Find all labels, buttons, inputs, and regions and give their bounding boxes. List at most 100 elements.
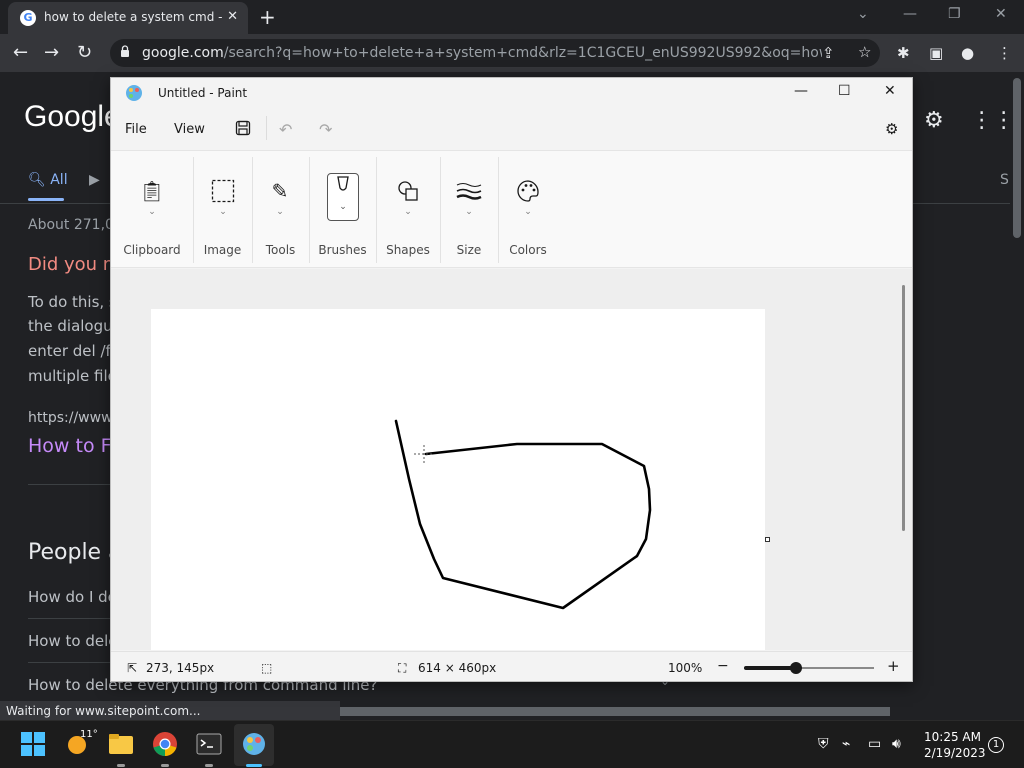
scrollbar-thumb[interactable] [1013, 78, 1021, 238]
bookmark-star-icon[interactable]: ☆ [858, 43, 871, 61]
maximize-icon[interactable]: ☐ [838, 83, 851, 99]
apps-grid-icon[interactable]: ⋮⋮ [971, 108, 1015, 133]
windows-taskbar: 11° ⛨ ⌁ ▭ 🔊︎ 10:25 AM 2/19/2023 1 [0, 720, 1024, 768]
ribbon-group-tools[interactable]: ✎ ⌄ Tools [252, 151, 309, 269]
undo-icon[interactable]: ↶ [279, 120, 292, 139]
chevron-down-icon[interactable]: ⌄ [328, 202, 358, 212]
cursor-icon: ⇱ [127, 661, 138, 675]
clock-date[interactable]: 2/19/2023 [924, 746, 986, 760]
browser-status-text: Waiting for www.sitepoint.com... [0, 701, 340, 721]
video-tab-icon[interactable]: ▶︎ [89, 172, 100, 188]
snippet-line: the dialogue [28, 317, 122, 335]
settings-gear-icon[interactable]: ⚙ [924, 108, 944, 133]
browser-tab[interactable]: G how to delete a system cmd - Google Se… [8, 2, 248, 34]
address-bar[interactable]: google.com/search?q=how+to+delete+a+syst… [110, 39, 880, 67]
line-size-icon[interactable] [453, 175, 485, 207]
chevron-down-icon[interactable]: ⌄ [136, 207, 168, 217]
clipboard-icon[interactable]: 📋︎ [136, 175, 168, 207]
file-explorer-icon[interactable] [108, 731, 134, 757]
ribbon-group-brushes[interactable]: ⌄ Brushes [309, 151, 376, 269]
google-logo[interactable]: Google [24, 100, 121, 134]
results-count: About 271,00 [28, 217, 123, 233]
close-icon[interactable]: ✕ [995, 6, 1007, 22]
page-scrollbar[interactable] [1010, 72, 1024, 702]
google-top-right-icons: ⚙ ⋮⋮ [924, 108, 1015, 133]
reload-icon[interactable]: ↻ [77, 42, 92, 63]
ribbon-group-image[interactable]: ⌄ Image [193, 151, 252, 269]
tab-search-icon[interactable]: ⌄ [857, 6, 869, 22]
zoom-slider[interactable] [744, 662, 874, 674]
ribbon-group-colors[interactable]: ⌄ Colors [498, 151, 558, 269]
notification-badge[interactable]: 1 [988, 737, 1004, 753]
settings-account-icon[interactable]: ⚙ [885, 120, 898, 138]
volume-icon[interactable]: 🔊︎ [892, 736, 901, 752]
profile-icon[interactable]: ● [961, 44, 974, 62]
scrollbar-thumb[interactable] [340, 707, 890, 716]
running-indicator [117, 764, 125, 767]
share-icon[interactable]: ⇪ [822, 44, 835, 62]
network-icon[interactable]: ⌁ [842, 736, 850, 752]
minimize-icon[interactable]: — [794, 83, 808, 99]
question-item[interactable]: How to dele [28, 632, 117, 650]
brush-button[interactable]: ⌄ [327, 173, 359, 221]
restore-icon[interactable]: ❐ [948, 6, 961, 22]
paint-ribbon: 📋︎ ⌄ Clipboard ⌄ Image ✎ ⌄ Tools ⌄ Brush… [111, 150, 912, 268]
chrome-menu-icon[interactable]: ⋮ [997, 44, 1012, 62]
canvas-resize-handle[interactable] [765, 537, 770, 542]
ribbon-group-clipboard[interactable]: 📋︎ ⌄ Clipboard [111, 151, 193, 269]
drawing-canvas[interactable] [151, 309, 765, 650]
zoom-slider-thumb[interactable] [790, 662, 802, 674]
ribbon-group-size[interactable]: ⌄ Size [440, 151, 498, 269]
snippet-line: To do this, s [28, 293, 117, 311]
chevron-down-icon[interactable]: ⌄ [392, 207, 424, 217]
canvas-scrollbar[interactable] [902, 285, 905, 531]
minimize-icon[interactable]: — [903, 6, 917, 22]
paint-title-bar[interactable]: Untitled - Paint — ☐ ✕ [111, 78, 912, 108]
search-tab-all[interactable]: 🔍︎ All [28, 172, 68, 188]
chevron-down-icon[interactable]: ⌄ [453, 207, 485, 217]
clock-time[interactable]: 10:25 AM [924, 730, 981, 744]
result-url[interactable]: https://www.s [28, 410, 123, 426]
ribbon-group-shapes[interactable]: ⌄ Shapes [376, 151, 440, 269]
canvas-size: 614 × 460px [418, 661, 497, 675]
horizontal-scrollbar[interactable] [340, 703, 1010, 719]
display-icon[interactable]: ▭ [868, 736, 881, 752]
close-icon[interactable]: ✕ [884, 83, 896, 99]
extensions-icon[interactable]: ✱ [897, 44, 910, 62]
terminal-icon[interactable] [196, 731, 222, 757]
question-item[interactable]: How do I de [28, 588, 117, 606]
select-rectangle-icon[interactable] [207, 175, 239, 207]
forward-icon[interactable]: → [44, 42, 59, 63]
paint-window: Untitled - Paint — ☐ ✕ File View ↶ ↷ ⚙ 📋… [110, 77, 913, 682]
active-tab-indicator [28, 198, 64, 201]
running-indicator [161, 764, 169, 767]
canvas-size-icon: ⛶ [398, 661, 407, 675]
search-tab-tools[interactable]: S [1000, 172, 1009, 188]
chevron-down-icon[interactable]: ⌄ [264, 207, 296, 217]
security-warning-icon[interactable]: ⛨ [818, 736, 829, 752]
redo-icon[interactable]: ↷ [319, 120, 332, 139]
zoom-out-icon[interactable]: − [717, 658, 729, 674]
ribbon-label: Size [456, 243, 482, 257]
chevron-down-icon[interactable]: ⌄ [207, 207, 239, 217]
palette-icon[interactable] [512, 175, 544, 207]
shapes-icon[interactable] [392, 175, 424, 207]
chrome-icon[interactable] [152, 731, 178, 757]
tools-pencil-icon[interactable]: ✎ [264, 175, 296, 207]
browser-toolbar: ← → ↻ google.com/search?q=how+to+delete+… [0, 34, 1024, 72]
save-icon[interactable] [235, 120, 251, 136]
search-tab-all-label: All [50, 172, 68, 188]
chevron-down-icon[interactable]: ⌄ [512, 207, 544, 217]
result-link[interactable]: How to Fo [28, 435, 122, 457]
tab-close-icon[interactable]: ✕ [227, 9, 238, 24]
new-tab-icon[interactable]: + [259, 5, 276, 29]
paint-app-icon[interactable] [241, 731, 267, 757]
url-path: /search?q=how+to+delete+a+system+cmd&rlz… [223, 45, 822, 61]
zoom-in-icon[interactable]: + [887, 657, 900, 675]
menu-view[interactable]: View [174, 122, 205, 137]
windows-start-icon[interactable] [20, 731, 46, 757]
back-icon[interactable]: ← [13, 42, 28, 63]
side-panel-icon[interactable]: ▣ [929, 44, 943, 62]
drawn-stroke [394, 419, 652, 610]
menu-file[interactable]: File [125, 122, 147, 137]
